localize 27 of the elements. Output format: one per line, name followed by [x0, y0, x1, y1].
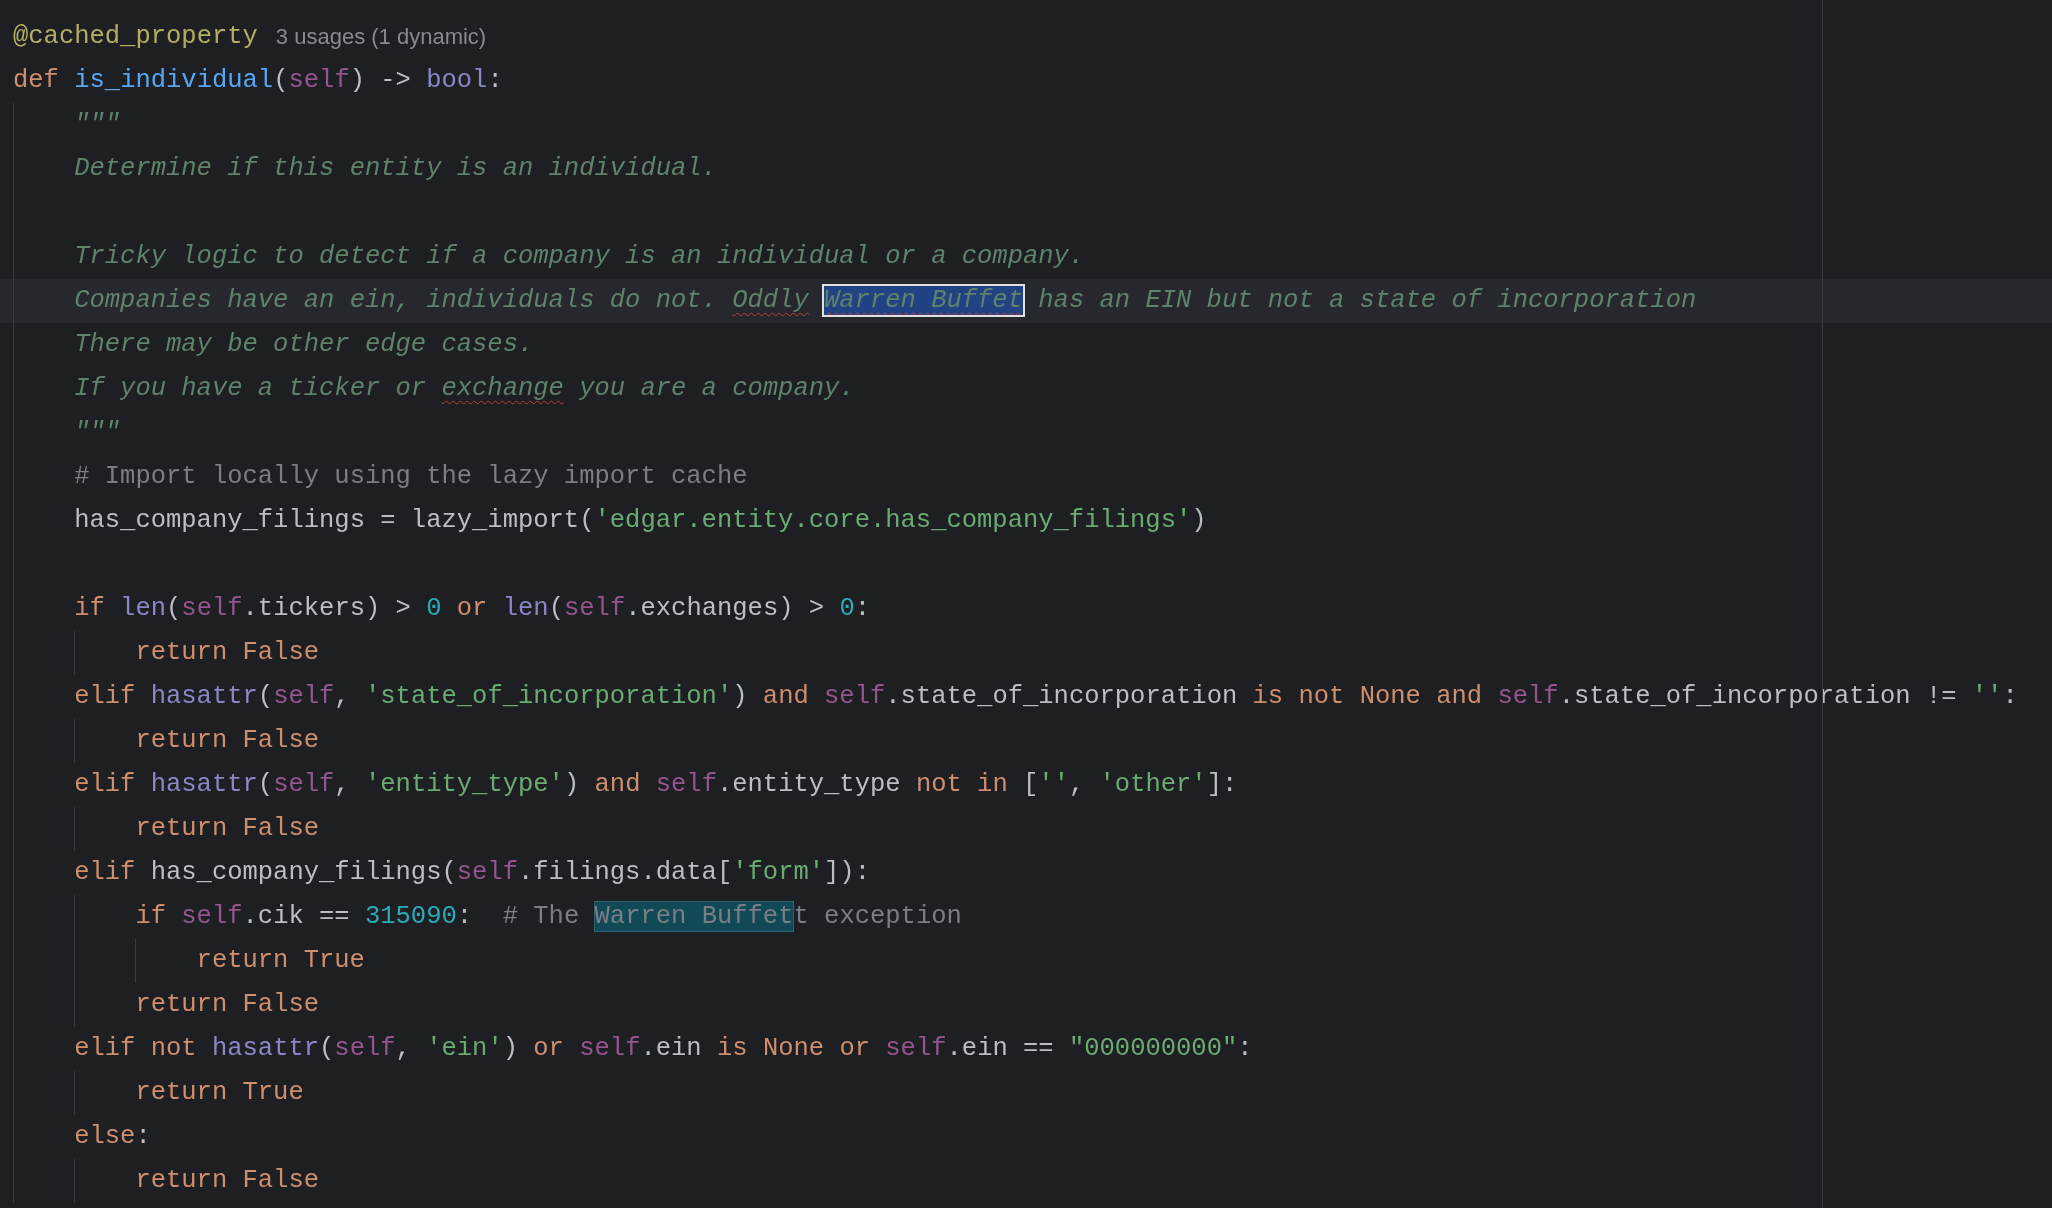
code-text: return False	[135, 813, 320, 845]
code-text: if self.cik == 315090: # The Warren Buffett exception	[135, 901, 962, 933]
code-text: return False	[135, 1165, 320, 1197]
code-text: Determine if this entity is an individual.	[74, 153, 717, 185]
code-editor[interactable]	[0, 0, 2052, 1208]
code-text: @cached_property	[13, 21, 258, 53]
code-text: Companies have an ein, individuals do not. Oddly Warren Buffet has an EIN but not a state of incorporation	[74, 285, 1697, 317]
code-text: return True	[196, 945, 365, 977]
usage-hint[interactable]: 3 usages (1 dynamic)	[275, 15, 487, 59]
code-text: """	[74, 109, 121, 141]
code-text: There may be other edge cases.	[74, 329, 534, 361]
code-text: If you have a ticker or exchange you are a company.	[74, 373, 855, 405]
code-text: elif not hasattr(self, 'ein') or self.ein is None or self.ein == "000000000":	[74, 1033, 1253, 1065]
code-text: elif hasattr(self, 'state_of_incorporation') and self.state_of_incorporation is not None and self.state_of_incorporation != '':	[74, 681, 2018, 713]
code-text: return False	[135, 725, 320, 757]
code-text: def is_individual(self) -> bool:	[13, 65, 503, 97]
code-text: return False	[135, 637, 320, 669]
code-text: # Import locally using the lazy import cache	[74, 461, 748, 493]
code-text: has_company_filings = lazy_import('edgar.entity.core.has_company_filings')	[74, 505, 1207, 537]
code-text: if len(self.tickers) > 0 or len(self.exchanges) > 0:	[74, 593, 871, 625]
code-text: elif hasattr(self, 'entity_type') and self.entity_type not in ['', 'other']:	[74, 769, 1238, 801]
code-text: else:	[74, 1121, 151, 1153]
code-text: return False	[135, 989, 320, 1021]
code-text: """	[74, 417, 121, 449]
code-text: return True	[135, 1077, 304, 1109]
code-text: elif has_company_filings(self.filings.data['form']):	[74, 857, 870, 889]
code-text: Tricky logic to detect if a company is an individual or a company.	[74, 241, 1085, 273]
